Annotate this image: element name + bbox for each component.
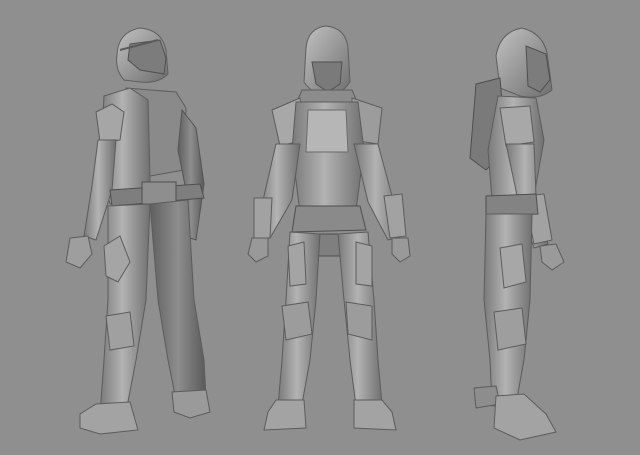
hand-left xyxy=(247,237,269,263)
hand-right xyxy=(391,237,411,263)
boot-front xyxy=(493,393,557,441)
belt xyxy=(291,205,367,233)
model-view-three-quarter-back[interactable] xyxy=(65,27,211,435)
leg-left xyxy=(99,203,151,415)
shoulder-pad xyxy=(499,105,535,147)
thigh-plate-right xyxy=(355,241,373,287)
thigh-plate-left xyxy=(287,241,307,287)
knee-pad xyxy=(493,307,527,351)
belt-pouch xyxy=(141,181,177,205)
model-view-side[interactable] xyxy=(469,27,565,441)
knee-pad xyxy=(105,311,135,351)
boot-left xyxy=(79,401,139,435)
boot-left xyxy=(263,399,307,431)
boot-right xyxy=(353,399,397,431)
knee-pad-right xyxy=(345,301,373,341)
chest-plate xyxy=(305,109,349,153)
thigh-plate xyxy=(499,243,527,289)
model-view-front[interactable] xyxy=(247,25,411,431)
knee-pad-left xyxy=(281,301,313,341)
shoulder-pad xyxy=(95,103,125,143)
model-scene xyxy=(65,25,565,441)
hand xyxy=(539,243,565,271)
boot-right xyxy=(171,389,211,419)
3d-viewport[interactable] xyxy=(0,0,640,455)
belt xyxy=(485,193,539,217)
hand-left xyxy=(65,235,93,269)
gauntlet-left xyxy=(253,197,273,239)
